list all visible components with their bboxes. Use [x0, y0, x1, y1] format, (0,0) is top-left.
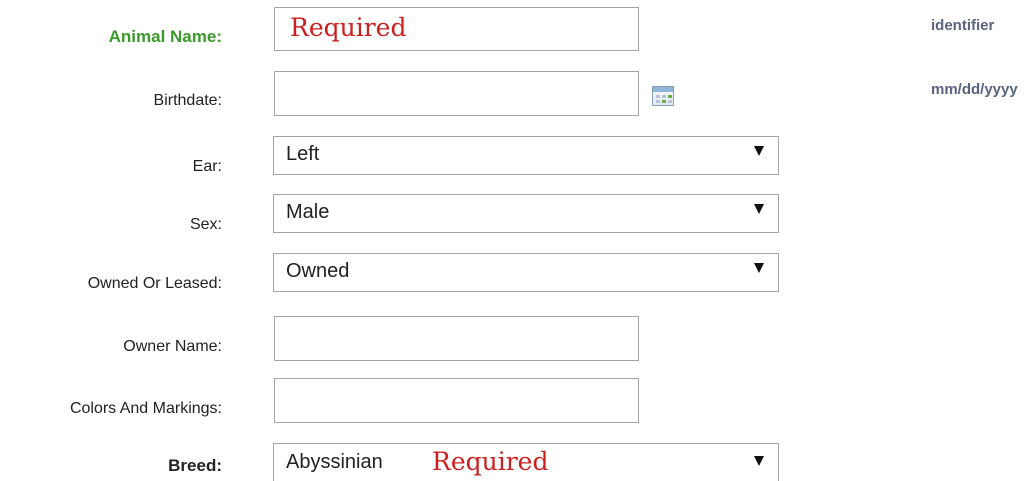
birthdate-format-hint: mm/dd/yyyy: [931, 81, 1018, 98]
owner-name-input[interactable]: [274, 316, 639, 361]
dropdown-arrow-icon: [754, 146, 764, 156]
sex-select-value: Male: [286, 201, 330, 223]
animal-name-hint: identifier: [931, 17, 995, 34]
owner-name-label: Owner Name:: [123, 338, 222, 355]
ear-select[interactable]: Left: [273, 136, 779, 175]
owned-or-leased-label: Owned Or Leased:: [87, 275, 222, 292]
dropdown-arrow-icon: [754, 204, 764, 214]
animal-name-input[interactable]: Required: [274, 7, 639, 51]
animal-name-label: Animal Name:: [108, 27, 222, 46]
dropdown-arrow-icon: [754, 263, 764, 273]
sex-select[interactable]: Male: [273, 194, 779, 233]
animal-registration-form: Animal Name: Required identifier Birthda…: [0, 0, 1035, 481]
breed-required-note: Required: [432, 447, 549, 476]
ear-label: Ear:: [192, 158, 222, 175]
breed-select[interactable]: Abyssinian Required: [273, 443, 779, 481]
ear-select-value: Left: [286, 143, 320, 165]
owned-or-leased-select-value: Owned: [286, 260, 350, 282]
birthdate-label: Birthdate:: [153, 92, 222, 109]
breed-select-value: Abyssinian: [286, 451, 383, 473]
colors-and-markings-input[interactable]: [274, 378, 639, 423]
owned-or-leased-select[interactable]: Owned: [273, 253, 779, 292]
animal-name-required-note: Required: [290, 13, 407, 42]
calendar-icon[interactable]: [652, 86, 674, 106]
sex-label: Sex:: [189, 216, 222, 233]
dropdown-arrow-icon: [754, 456, 764, 466]
breed-label: Breed:: [168, 456, 222, 475]
birthdate-input[interactable]: [274, 71, 639, 116]
colors-and-markings-label: Colors And Markings:: [69, 400, 222, 417]
